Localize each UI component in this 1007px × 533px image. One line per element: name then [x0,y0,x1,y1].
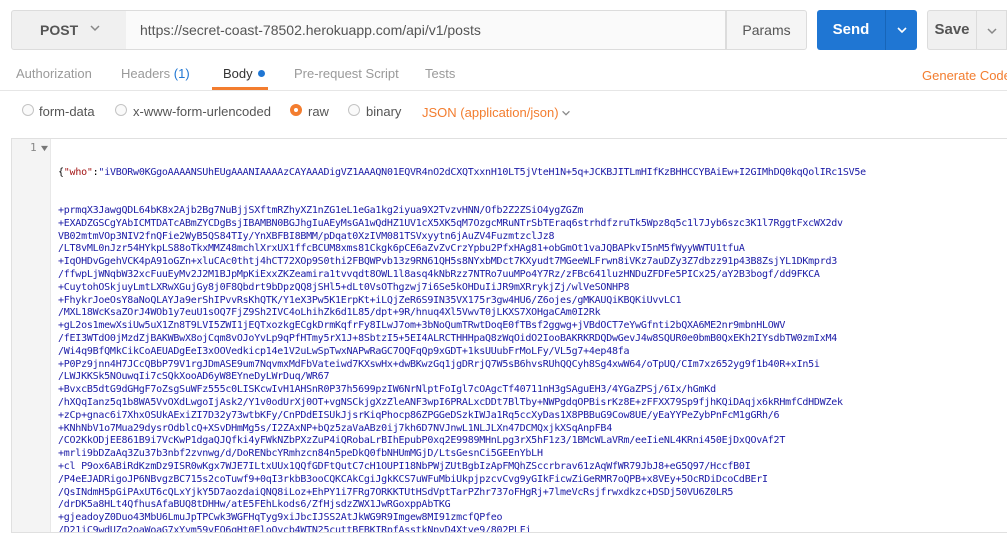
binary-label: binary [366,104,402,119]
active-tab-indicator [212,87,268,90]
tab-headers[interactable]: Headers (1) [121,66,190,81]
code-line: /D21iC9wdUZg2oaWoaG7xYvm59vFQ6qHt0EloQyc… [58,524,532,533]
binary-radio[interactable] [348,104,360,116]
tab-body[interactable]: Body [223,66,265,81]
params-button[interactable]: Params [726,10,807,50]
generate-code-link[interactable]: Generate Code [922,68,1007,83]
fold-arrow-icon[interactable] [41,145,48,152]
code-line: +FhykrJoeOsY8aNoQLAYJa9erShIPvvRsKhQTK/Y… [58,294,682,306]
tab-prerequest-script[interactable]: Pre-request Script [294,66,399,81]
code-line: +prmqX3JawgQDL64bK8x2Ajb2Bg7NuBjjSXftmRZ… [58,204,584,216]
content-type-select[interactable]: JSON (application/json) [422,105,559,120]
code-line: /CO2KkODjEE861B9i7VcKwP1dgaQJQfki4yFWkNZ… [58,435,786,447]
code-line: /P4eEJADRigoJP6NBvgzBC715s2coTuwf9+0qI3r… [58,473,768,485]
code-line: /LT8vML0nJzr54HYkpLS88oTkxMMZ48mchlXrxUX… [58,243,745,255]
code-line: /QsINdmH5pGiPAxUT6cQLxYjkY5D7aozdaiQNQ8i… [58,486,734,498]
line-number: 1 [30,141,37,154]
code-line: {"who":"iVBORw0KGgoAAAANSUhEUgAAANIAAAAz… [58,167,1006,180]
raw-radio[interactable] [290,104,302,116]
chevron-down-icon [987,28,997,35]
code-line: +IqOHDvGgehVCK4pA91oGZn+xluCAc0thtj4hCT7… [58,256,838,268]
json-key: "who" [63,166,93,178]
code-line: +P0Pz9jnn4H7JCcQBbP79V1rgJDmASE9um7Nqvmx… [58,358,820,370]
code-line: /fEI3WTdO0jMzdZjBAKWBwX8ojCqm8vOJoYvLp9q… [58,332,838,344]
code-line: +BvxcB5dtG9dGHgF7oZsgSuWFz555c0LISKcwIvH… [58,384,716,396]
tab-body-label: Body [223,66,253,81]
form-data-label: form-data [39,104,95,119]
json-value: "iVBORw0KGgoAAAANSUhEUgAAANIAAAAzCAYAAAD… [98,166,866,178]
save-options-button[interactable] [977,10,1007,50]
save-button[interactable]: Save [927,10,977,50]
tab-headers-label: Headers [121,66,171,81]
code-line: +gjeadoyZ0Duo43MbU6LmuJpTPCwk3WGFHqTyg9x… [58,512,503,524]
url-input[interactable]: https://secret-coast-78502.herokuapp.com… [126,10,726,50]
body-type-selector: form-data x-www-form-urlencoded raw bina… [0,91,1007,135]
raw-label: raw [308,104,329,119]
code-line: +EXADZGSCgYAbICMTDATcABmZYCDgBsjIBAMBN0B… [58,217,843,229]
line-gutter: 1 [12,139,51,532]
code-line: /drDK5a8HLt4QfhusAfaBUQ8tDHHw/atE5FEhLko… [58,499,451,511]
form-data-radio[interactable] [22,104,34,116]
tab-authorization[interactable]: Authorization [16,66,92,81]
code-line: +zCp+gnac6i7XhxOSUkAExiZI7D32y73wtbKFy/C… [58,409,780,421]
chevron-down-icon [897,27,907,34]
method-select[interactable]: POST [11,10,127,50]
send-options-button[interactable] [885,10,917,50]
body-modified-dot-icon [257,70,265,77]
tab-tests[interactable]: Tests [425,66,455,81]
method-label: POST [40,22,79,38]
code-line: +KNhNbV1o7Mua29dysrOdblcQ+XSvDHmMg5s/I2Z… [58,422,612,434]
chevron-down-icon [562,110,570,116]
code-content[interactable]: {"who":"iVBORw0KGgoAAAANSUhEUgAAANIAAAAz… [58,141,1006,533]
code-line: +mrli9bDZaAq3Zu37b3nbf2zvnwg/d/DoRENbcYR… [58,448,543,460]
code-line: VB02mtmVOp3NIV2fnQFie2WyB5QS84TIy/YnXBFB… [58,230,555,242]
code-line: /hXQqIanz5q1b8WA5VvOXdLwgoIjAsk2/Y1v0odU… [58,396,843,408]
code-line: +gL2os1mewXsiUw5uX1Zn8T9LVI5ZWI1jEQTxozk… [58,320,786,332]
code-line: +CuytohOSkjuyLmtLXRwXGujGy8j0F8Qbdrt9bDp… [58,281,630,293]
code-line: /ffwpLjWNqbW32xcFuuEyMv2J2M1BJpMpKiExxZK… [58,268,820,280]
chevron-down-icon [90,25,100,32]
request-bar: POST https://secret-coast-78502.herokuap… [0,0,1007,62]
code-line: /LWJKKSk5NOuwqIi7cSQkXooAD6yW8EYneDyLWrD… [58,371,330,383]
urlencoded-radio[interactable] [115,104,127,116]
headers-count-badge: (1) [173,66,190,81]
request-tabs: Authorization Headers (1) Body Pre-reque… [0,62,1007,91]
send-button[interactable]: Send [817,10,885,50]
code-line: /Wi4q9BfQMkCikCoAEUADgEeI3xOOVedkicp14e1… [58,345,630,357]
urlencoded-label: x-www-form-urlencoded [133,104,271,119]
code-editor[interactable]: 1 {"who":"iVBORw0KGgoAAAANSUhEUgAAANIAAA… [11,138,1007,533]
code-line: /MXL18WcKsaZOrJ4WOb1y7euU1sOQ7FjZ9Sh2IVC… [58,307,601,319]
code-line: +cl P9ox6ABiRdKzmDz9ISR0wKgx7WJE7ILtxUUx… [58,460,751,472]
